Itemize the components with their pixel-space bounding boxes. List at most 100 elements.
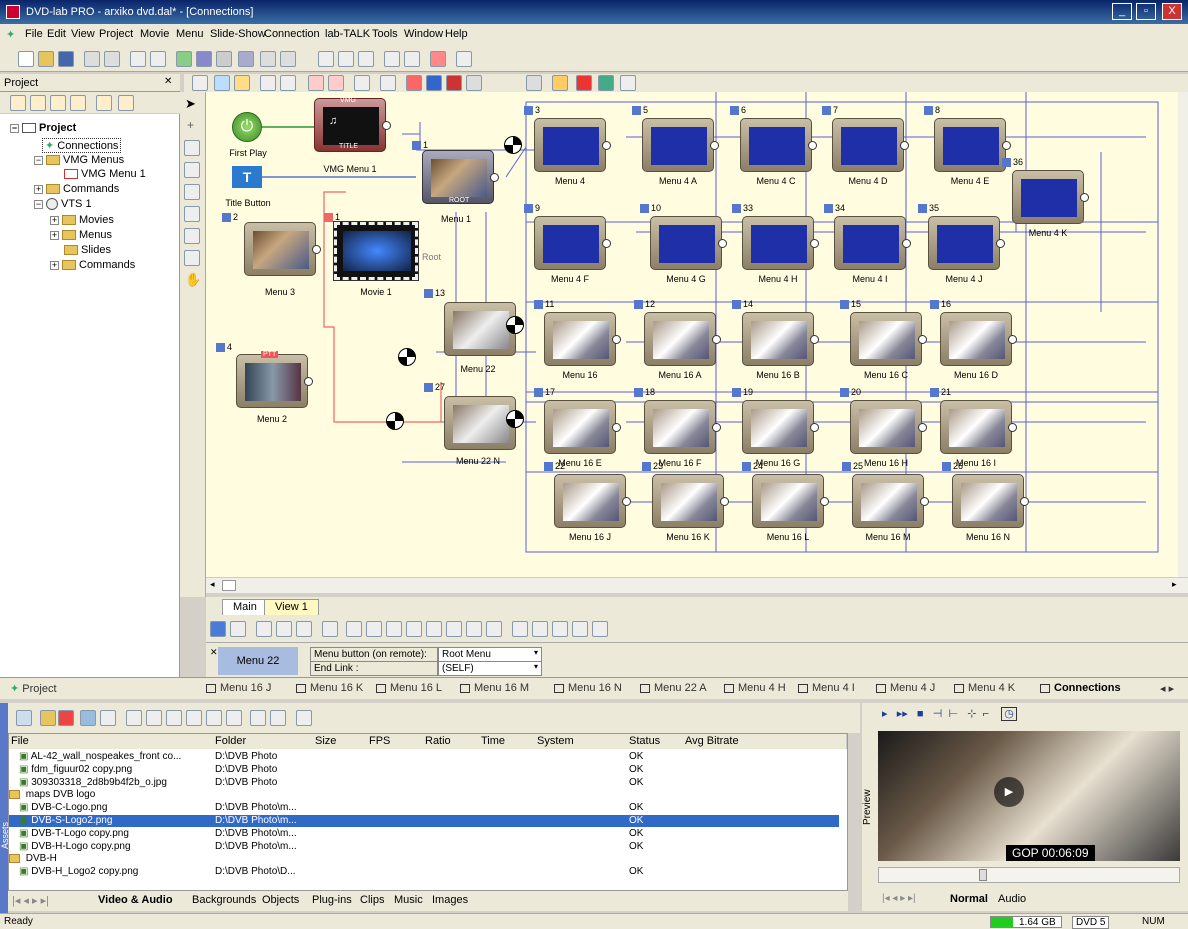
menu-menu[interactable]: Menu	[176, 28, 204, 40]
asset-tool-icon[interactable]	[146, 710, 162, 726]
switch-icon[interactable]	[506, 410, 524, 428]
close-panel-icon[interactable]: ✕	[164, 76, 172, 87]
link2-icon[interactable]	[328, 75, 344, 91]
tab-objects[interactable]: Objects	[262, 894, 299, 906]
add-slide-icon[interactable]	[70, 95, 86, 111]
pro-ex-icon[interactable]	[430, 51, 446, 67]
mark-in-icon[interactable]: ⊣	[933, 708, 943, 720]
asset-filter-icon[interactable]	[80, 710, 96, 726]
remove-link-icon[interactable]	[406, 75, 422, 91]
movie-1-node[interactable]	[333, 221, 419, 281]
connect-tool-icon[interactable]	[184, 140, 200, 156]
file-row[interactable]: ▣ fdm_figuur02 copy.png D:\DVB Photo OK	[9, 764, 839, 776]
node-port[interactable]	[1020, 497, 1029, 506]
color-link-icon[interactable]	[426, 75, 442, 91]
preview-icon[interactable]	[598, 75, 614, 91]
menu-node[interactable]	[742, 216, 819, 270]
chapter-icon[interactable]: ⌐	[983, 708, 989, 720]
menu-22n-node[interactable]	[444, 396, 521, 450]
expand-icon[interactable]: +	[50, 230, 59, 240]
node-port[interactable]	[810, 423, 819, 432]
menu-node[interactable]	[740, 118, 817, 172]
node-port[interactable]	[1080, 193, 1089, 202]
tree-vts1[interactable]: − VTS 1	[34, 198, 92, 211]
end-link-select[interactable]: (SELF)	[438, 661, 542, 676]
asset-delete-icon[interactable]	[58, 710, 74, 726]
tree-vts-commands[interactable]: + Commands	[50, 259, 135, 271]
tree-slides[interactable]: Slides	[64, 244, 111, 256]
menu-node[interactable]	[934, 118, 1011, 172]
node-port[interactable]	[918, 335, 927, 344]
tool2-icon[interactable]	[358, 51, 374, 67]
tree-vmg-menu-1[interactable]: VMG Menu 1	[64, 168, 146, 180]
menu-node[interactable]	[544, 312, 621, 366]
first-play-icon[interactable]: ⏻	[232, 112, 262, 142]
warn-icon[interactable]	[552, 75, 568, 91]
node-port[interactable]	[820, 497, 829, 506]
asset-sort-icon[interactable]	[100, 710, 116, 726]
asset-tool-icon[interactable]	[186, 710, 202, 726]
node-port[interactable]	[382, 121, 391, 130]
menu-view[interactable]: View	[71, 28, 95, 40]
menu-node[interactable]	[544, 400, 621, 454]
file-row[interactable]: ▣ AL-42_wall_nospeakes_front co... D:\DVB…	[9, 751, 839, 763]
node-port[interactable]	[920, 497, 929, 506]
dropdown-icon[interactable]: ▾	[534, 648, 538, 657]
file-row[interactable]: ▣ DVB-S-Logo2.png D:\DVB Photo\m... OK	[9, 815, 839, 827]
menu-22-node[interactable]	[444, 302, 521, 356]
node-port[interactable]	[720, 497, 729, 506]
button-tool-icon[interactable]	[406, 621, 422, 637]
button-tool-icon[interactable]	[276, 621, 292, 637]
button-tool-icon[interactable]	[532, 621, 548, 637]
collapse-icon[interactable]: −	[34, 155, 43, 165]
tab-video-audio[interactable]: Video & Audio	[98, 894, 173, 906]
tree-commands[interactable]: + Commands	[34, 183, 119, 195]
redo-icon[interactable]	[150, 51, 166, 67]
menu-node[interactable]	[742, 312, 819, 366]
menu-node[interactable]	[644, 312, 721, 366]
asset-tool-icon[interactable]	[206, 710, 222, 726]
node-port[interactable]	[602, 239, 611, 248]
new-file-icon[interactable]	[18, 51, 34, 67]
column-header[interactable]: System	[537, 735, 574, 747]
menu-button-select[interactable]: Root Menu	[438, 647, 542, 662]
doc-tab[interactable]: Menu 4 J	[876, 682, 935, 694]
fast-forward-icon[interactable]: ▸▸	[897, 708, 908, 720]
collapse-icon[interactable]: −	[10, 123, 19, 133]
doc-tab[interactable]: Menu 22 A	[640, 682, 707, 694]
tab-clips[interactable]: Clips	[360, 894, 384, 906]
save-icon[interactable]	[58, 51, 74, 67]
film-icon[interactable]	[380, 75, 396, 91]
tab-connections[interactable]: Connections	[1040, 682, 1121, 694]
file-row[interactable]: ▣ DVB-H_Logo2 copy.png D:\DVB Photo\D... O…	[9, 866, 839, 878]
tree-movies[interactable]: + Movies	[50, 214, 114, 226]
button-tool-icon[interactable]	[322, 621, 338, 637]
menu-3-node[interactable]	[244, 222, 321, 276]
link-tool-icon[interactable]	[184, 162, 200, 178]
crosshair-icon[interactable]: +	[187, 118, 194, 132]
vts-icon[interactable]	[196, 51, 212, 67]
doc-tab[interactable]: Menu 16 L	[376, 682, 442, 694]
pgc-icon[interactable]	[466, 75, 482, 91]
project-tab[interactable]: ✦ Project	[10, 682, 57, 695]
title-button-icon[interactable]: T	[232, 166, 262, 188]
menu-node[interactable]	[644, 400, 721, 454]
button-tool-icon[interactable]	[256, 621, 272, 637]
column-header[interactable]: Folder	[215, 735, 246, 747]
chapter-add-icon[interactable]: ⊹	[967, 708, 976, 720]
tab-nav-icon[interactable]: |◂ ◂ ▸ ▸|	[12, 894, 49, 907]
node-port[interactable]	[900, 141, 909, 150]
doc-tab[interactable]: Menu 4 H	[724, 682, 786, 694]
column-header[interactable]: Avg Bitrate	[685, 735, 739, 747]
open-folder-icon[interactable]	[38, 51, 54, 67]
tab-normal[interactable]: Normal	[950, 893, 988, 905]
vertical-scrollbar[interactable]	[1178, 92, 1188, 577]
connections-canvas[interactable]: ⏻ First Play T Title Button VMG TITLE ♫ …	[206, 92, 1178, 577]
doc-tab[interactable]: Menu 4 I	[798, 682, 855, 694]
menu-tool-icon[interactable]	[184, 184, 200, 200]
tab-audio[interactable]: Audio	[998, 893, 1026, 905]
expand-icon[interactable]: +	[50, 215, 59, 225]
menu-window[interactable]: Window	[404, 28, 443, 40]
file-row[interactable]: ▣ DVB-T-Logo copy.png D:\DVB Photo\m... OK	[9, 828, 839, 840]
align-icon[interactable]	[260, 75, 276, 91]
